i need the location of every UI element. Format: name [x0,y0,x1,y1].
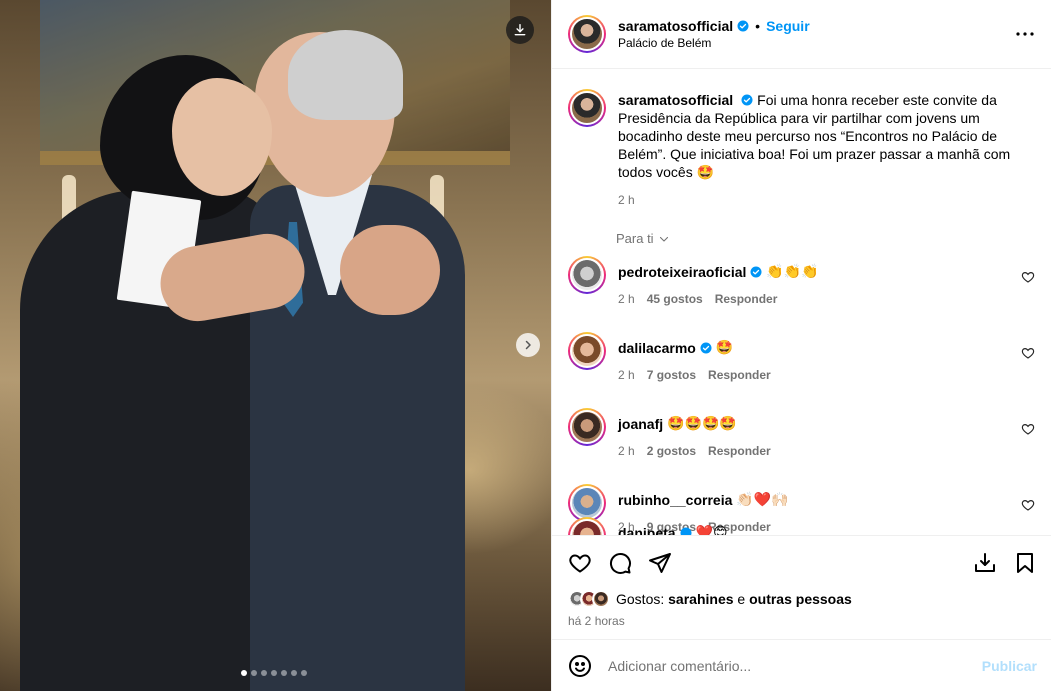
bookmark-icon [1017,553,1033,573]
carousel-dot [301,670,307,676]
more-options-button[interactable] [1013,22,1037,46]
heart-icon[interactable] [1021,346,1035,360]
comments-list[interactable]: saramatosofficial Foi uma honra receber e… [552,69,1051,535]
author-username[interactable]: saramatosofficial [618,18,733,34]
save-to-collection-button[interactable] [973,546,1013,580]
heart-icon[interactable] [1021,270,1035,284]
follow-button[interactable]: Seguir [766,18,810,34]
location-link[interactable]: Palácio de Belém [618,36,1013,50]
comment-text: 🤩 [715,339,734,355]
author-avatar[interactable] [568,89,606,127]
heart-icon [569,554,591,573]
commenter-avatar[interactable] [568,408,606,446]
reply-button[interactable]: Responder [708,368,771,382]
reply-button[interactable]: Responder [708,444,771,458]
add-comment-bar: Publicar [552,639,1051,691]
caption-timestamp[interactable]: 2 h [618,193,1035,207]
comment-time[interactable]: 2 h [618,292,635,306]
likes-summary[interactable]: Gostos: sarahines e outras pessoas [568,590,1037,608]
author-avatar[interactable] [568,15,606,53]
emoji-button[interactable] [568,654,592,678]
carousel-dot [261,670,267,676]
carousel-dot [281,670,287,676]
comment-time[interactable]: 2 h [618,368,635,382]
download-icon [514,24,526,36]
chevron-down-icon [659,236,668,242]
liker-username[interactable]: sarahines [668,591,733,607]
heart-icon[interactable] [1021,422,1035,436]
download-tray-icon [975,553,995,572]
like-button[interactable] [568,546,608,580]
commenter-avatar[interactable] [568,332,606,370]
comment-button[interactable] [608,546,648,580]
more-horizontal-icon [1016,32,1034,36]
comment-sort-dropdown[interactable]: Para ti [616,231,1035,246]
other-likers-link[interactable]: outras pessoas [749,591,852,607]
commenter-username[interactable]: pedroteixeiraoficial [618,264,746,280]
download-button[interactable] [506,16,534,44]
comment-likes[interactable]: 7 gostos [647,368,696,382]
commenter-username[interactable]: danipeta [618,525,676,536]
post-header: saramatosofficial • Seguir Palácio de Be… [552,0,1051,69]
commenter-avatar[interactable] [568,256,606,294]
verified-badge-icon [741,94,753,106]
comment-time[interactable]: 2 h [618,444,635,458]
carousel-dot [291,670,297,676]
caption-username[interactable]: saramatosofficial [618,92,733,108]
reply-button[interactable]: Responder [715,292,778,306]
chevron-right-icon [525,340,531,350]
comment-item: joanafj 🤩🤩🤩🤩 2 h 2 gostos Responder [568,408,1035,474]
comment-input[interactable] [608,657,982,674]
publish-button[interactable]: Publicar [982,658,1037,674]
comment-text: 👏👏👏 [766,263,819,279]
commenter-avatar[interactable] [568,517,606,535]
post-dialog: saramatosofficial • Seguir Palácio de Be… [0,0,1051,691]
comment-likes[interactable]: 2 gostos [647,444,696,458]
verified-badge-icon [680,527,692,535]
bookmark-button[interactable] [1013,546,1037,580]
carousel-indicator [241,670,307,676]
commenter-username[interactable]: joanafj [618,416,663,432]
heart-icon[interactable] [1021,498,1035,512]
verified-badge-icon [700,342,712,354]
post-timestamp[interactable]: há 2 horas [568,614,1037,628]
post-actions: Gostos: sarahines e outras pessoas há 2 … [552,535,1051,628]
emoji-icon [569,654,591,677]
liker-avatars [568,590,610,608]
comment-icon [609,552,631,574]
comment-item: dalilacarmo 🤩 2 h 7 gostos Responder [568,332,1035,398]
commenter-username[interactable]: rubinho__correia [618,492,732,508]
comment-item: pedroteixeiraoficial 👏👏👏 2 h 45 gostos R… [568,256,1035,322]
share-button[interactable] [648,546,688,580]
post-side-panel: saramatosofficial • Seguir Palácio de Be… [551,0,1051,691]
carousel-dot [251,670,257,676]
carousel-dot [271,670,277,676]
avatar [592,590,610,608]
comment-text: 🤩🤩🤩🤩 [667,415,737,431]
send-icon [649,553,671,573]
comment-text: ❤️😊 [695,524,728,535]
post-caption: saramatosofficial Foi uma honra receber e… [568,89,1035,207]
post-photo[interactable] [0,0,551,691]
comment-text: 👏🏻❤️🙌🏻 [736,491,789,507]
verified-badge-icon [737,20,749,32]
carousel-next-button[interactable] [516,333,540,357]
partial-comment-item: danipeta ❤️😊 [568,517,1051,535]
commenter-username[interactable]: dalilacarmo [618,340,696,356]
comment-likes[interactable]: 45 gostos [647,292,703,306]
carousel-dot [241,670,247,676]
verified-badge-icon [750,266,762,278]
